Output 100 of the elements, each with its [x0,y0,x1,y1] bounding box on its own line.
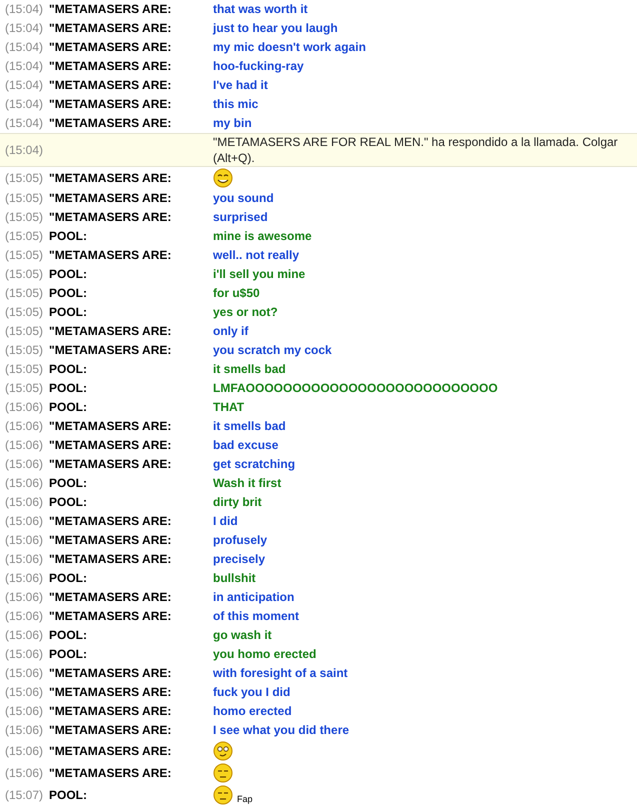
sender-name: POOL: [49,786,88,804]
message-text: that was worth it [213,1,308,18]
timestamp: (15:07) [5,786,44,804]
sender-name: "METAMASERS ARE: [49,39,172,56]
sender-name: "METAMASERS ARE: [49,115,172,132]
timestamp: (15:06) [5,532,44,549]
timestamp: (15:05) [5,285,44,302]
timestamp: (15:04) [5,142,44,158]
sender-name: POOL: [49,285,88,302]
message-text: dirty brit [213,494,262,511]
sender-name: "METAMASERS ARE: [49,684,172,701]
sender-name: POOL: [49,494,88,511]
sender-name: POOL: [49,304,88,321]
timestamp: (15:06) [5,646,44,663]
sender-name: "METAMASERS ARE: [49,742,172,760]
message-text: bad excuse [213,437,278,454]
sender-name: "METAMASERS ARE: [49,513,172,530]
message-text: mine is awesome [213,228,312,245]
timestamp: (15:06) [5,742,44,760]
sender-name: "METAMASERS ARE: [49,20,172,37]
timestamp: (15:05) [5,266,44,283]
timestamp: (15:06) [5,589,44,606]
timestamp: (15:04) [5,1,44,18]
message-text: yes or not? [213,304,278,321]
timestamp: (15:06) [5,627,44,644]
message-text: THAT [213,399,244,416]
message-text: you sound [213,190,274,207]
message-text: i'll sell you mine [213,266,306,283]
sender-name: "METAMASERS ARE: [49,665,172,682]
message-text: I've had it [213,77,268,94]
timestamp: (15:05) [5,209,44,226]
timestamp: (15:05) [5,361,44,378]
timestamp: (15:06) [5,608,44,625]
timestamp: (15:05) [5,190,44,207]
message-text: I did [213,513,238,530]
message-text: Wash it first [213,475,282,492]
message-text: homo erected [213,703,292,720]
sender-name: "METAMASERS ARE: [49,209,172,226]
timestamp: (15:05) [5,247,44,264]
smiley-icon [213,763,233,783]
message-text: for u$50 [213,285,260,302]
message-text: fuck you I did [213,684,290,701]
message-text: with foresight of a saint [213,665,348,682]
sender-name: "METAMASERS ARE: [49,456,172,473]
timestamp: (15:05) [5,323,44,340]
sender-name: POOL: [49,646,88,663]
timestamp: (15:05) [5,170,44,186]
sender-name: POOL: [49,475,88,492]
sender-name: "METAMASERS ARE: [49,170,172,186]
message-text: I see what you did there [213,722,350,739]
message-text: in anticipation [213,589,294,606]
timestamp: (15:05) [5,380,44,397]
sender-name: "METAMASERS ARE: [49,323,172,340]
caption-text: Fap [237,794,253,804]
message-text: it smells bad [213,361,286,378]
timestamp: (15:06) [5,475,44,492]
sender-name: "METAMASERS ARE: [49,437,172,454]
sender-name: POOL: [49,399,88,416]
sender-name: POOL: [49,570,88,587]
timestamp: (15:04) [5,39,44,56]
sender-name: "METAMASERS ARE: [49,551,172,568]
message-text: hoo-fucking-ray [213,58,304,75]
message-text: profusely [213,532,268,549]
message-text: only if [213,323,248,340]
sender-name: POOL: [49,228,88,245]
timestamp: (15:06) [5,570,44,587]
sender-name: "METAMASERS ARE: [49,342,172,359]
timestamp: (15:06) [5,456,44,473]
sender-name: "METAMASERS ARE: [49,58,172,75]
timestamp: (15:06) [5,418,44,435]
timestamp: (15:05) [5,228,44,245]
sender-name: "METAMASERS ARE: [49,1,172,18]
message-text: you homo erected [213,646,316,663]
timestamp: (15:06) [5,399,44,416]
timestamp: (15:06) [5,494,44,511]
message-text: well.. not really [213,247,300,264]
message-text: LMFAOOOOOOOOOOOOOOOOOOOOOOOOOOO [213,380,498,397]
sender-name: "METAMASERS ARE: [49,418,172,435]
message-text: you scratch my cock [213,342,332,359]
message-text: precisely [213,551,266,568]
sender-name: "METAMASERS ARE: [49,532,172,549]
wide-eyed-smiley-icon [213,741,233,761]
sender-name: "METAMASERS ARE: [49,608,172,625]
sender-name: POOL: [49,361,88,378]
timestamp: (15:05) [5,342,44,359]
message-text: of this moment [213,608,299,625]
timestamp: (15:06) [5,437,44,454]
timestamp: (15:06) [5,703,44,720]
sender-name: "METAMASERS ARE: [49,722,172,739]
timestamp: (15:06) [5,722,44,739]
sender-name: POOL: [49,266,88,283]
timestamp: (15:04) [5,20,44,37]
message-text: it smells bad [213,418,286,435]
message-text: bullshit [213,570,256,587]
sender-name: "METAMASERS ARE: [49,589,172,606]
message-text: just to hear you laugh [213,20,338,37]
sender-name: POOL: [49,627,88,644]
sender-name: "METAMASERS ARE: [49,247,172,264]
smiley-icon [213,785,233,805]
message-text: my bin [213,115,252,132]
